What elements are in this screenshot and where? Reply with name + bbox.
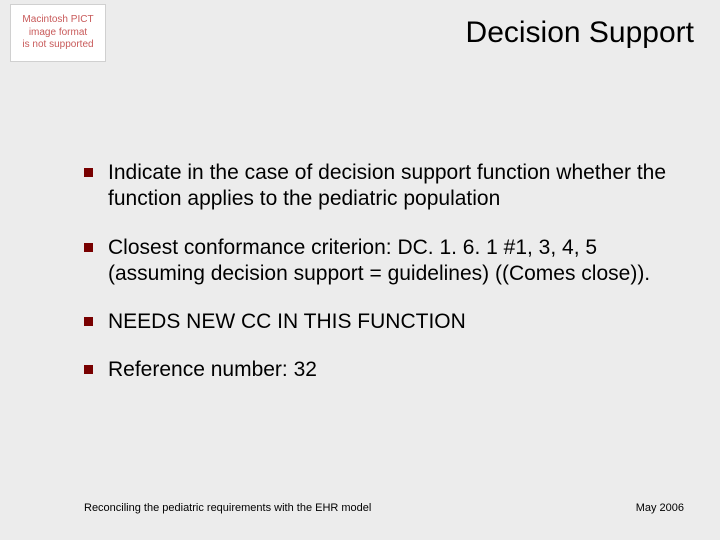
footer-left: Reconciling the pediatric requirements w…: [84, 502, 371, 514]
slide-body: Indicate in the case of decision support…: [84, 160, 674, 406]
bullet-item: Indicate in the case of decision support…: [84, 160, 674, 213]
bullet-item: Reference number: 32: [84, 357, 674, 383]
slide-title: Decision Support: [466, 16, 694, 50]
image-placeholder: Macintosh PICT image format is not suppo…: [10, 4, 106, 62]
placeholder-line-1: Macintosh PICT: [22, 14, 93, 25]
footer-right: May 2006: [636, 502, 684, 514]
placeholder-line-3: is not supported: [22, 39, 93, 50]
placeholder-line-2: image format: [29, 27, 87, 38]
bullet-list: Indicate in the case of decision support…: [84, 160, 674, 384]
placeholder-text: Macintosh PICT image format is not suppo…: [22, 14, 93, 52]
bullet-item: NEEDS NEW CC IN THIS FUNCTION: [84, 309, 674, 335]
bullet-item: Closest conformance criterion: DC. 1. 6.…: [84, 235, 674, 288]
slide: Macintosh PICT image format is not suppo…: [0, 0, 720, 540]
